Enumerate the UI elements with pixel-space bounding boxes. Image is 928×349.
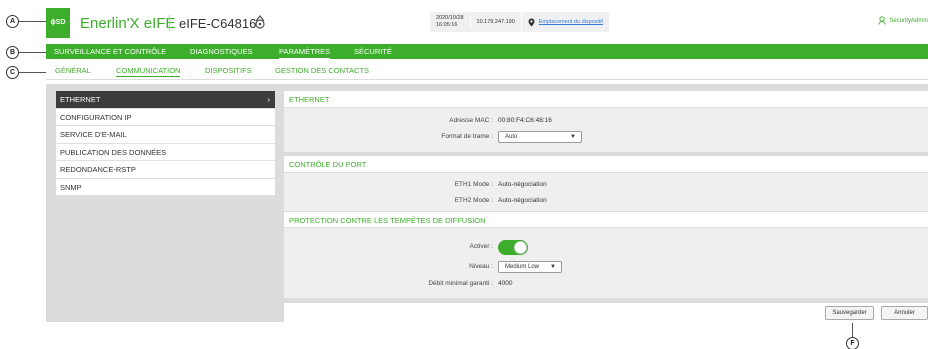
settings-panel: ETHERNET Adresse MAC : 00:80:F4:C6:48:16… <box>284 91 928 323</box>
sidebar-item-label: REDONDANCE-RSTP <box>60 165 136 174</box>
section-title-storm-protection: PROTECTION CONTRE LES TEMPÊTES DE DIFFUS… <box>284 211 928 228</box>
device-location-link[interactable]: Emplacement du dispositif <box>539 19 603 25</box>
settings-sidebar: ETHERNET › CONFIGURATION IP SERVICE D'E-… <box>56 91 275 196</box>
storm-level-label: Niveau : <box>469 263 493 270</box>
callout-a: A <box>6 15 19 28</box>
frame-format-label: Format de trame : <box>441 133 493 140</box>
device-icon[interactable] <box>253 14 267 30</box>
nav-security[interactable]: SÉCURITÉ <box>354 44 392 59</box>
frame-format-row: Format de trame : Auto ▼ <box>284 129 928 145</box>
callout-b: B <box>6 46 19 59</box>
sidebar-item-data-publication[interactable]: PUBLICATION DES DONNÉES <box>56 143 275 161</box>
sidebar-item-rstp-redundancy[interactable]: REDONDANCE-RSTP <box>56 161 275 179</box>
user-name: SecurityAdmin <box>889 17 928 24</box>
nav-diagnostics[interactable]: DIAGNOSTIQUES <box>190 44 253 59</box>
dropdown-caret-icon: ▼ <box>550 264 556 270</box>
storm-protection-toggle[interactable] <box>498 240 528 255</box>
sidebar-item-ethernet[interactable]: ETHERNET › <box>56 91 275 109</box>
eth2-mode-label: ETH2 Mode : <box>454 197 493 204</box>
sidebar-item-email-service[interactable]: SERVICE D'E-MAIL <box>56 126 275 144</box>
sidebar-item-label: ETHERNET <box>60 95 101 104</box>
eth1-mode-label: ETH1 Mode : <box>454 181 493 188</box>
frame-format-select[interactable]: Auto ▼ <box>498 131 582 143</box>
eth1-mode-row: ETH1 Mode : Auto-négociation <box>284 177 928 193</box>
callout-c-leader <box>19 72 46 73</box>
section-storm-protection: Activer : Niveau : Medium Low ▼ Débit mi… <box>284 228 928 298</box>
device-info-bar: 2020/10/28 16:05:16 10.179.247.190 Empla… <box>430 12 609 32</box>
tab-communication[interactable]: COMMUNICATION <box>116 66 181 77</box>
chevron-right-icon: › <box>267 95 270 104</box>
date-text: 2020/10/28 <box>436 15 464 21</box>
storm-enable-row: Activer : <box>284 239 928 259</box>
ip-address: 10.179.247.190 <box>471 12 522 32</box>
save-button[interactable]: Sauvegarder <box>825 306 874 320</box>
frame-format-value: Auto <box>505 134 518 140</box>
user-icon <box>878 16 886 25</box>
title-divider <box>169 15 170 31</box>
callout-f-leader <box>852 322 853 338</box>
tab-devices[interactable]: DISPOSITIFS <box>205 66 252 75</box>
sidebar-item-label: SNMP <box>60 182 82 192</box>
sub-nav: GÉNÉRAL COMMUNICATION DISPOSITIFS GESTIO… <box>46 62 928 80</box>
min-rate-value: 4000 <box>498 280 513 287</box>
nav-parameters[interactable]: PARAMÈTRES <box>279 45 331 59</box>
eth2-mode-value: Auto-négociation <box>498 197 547 204</box>
app-header: ϕSD Enerlin'X eIFE eIFE-C64816 2020/10/2… <box>46 8 928 38</box>
nav-surveillance[interactable]: SURVEILLANCE ET CONTRÔLE <box>54 44 166 59</box>
callout-f: F <box>846 337 859 349</box>
main-nav: SURVEILLANCE ET CONTRÔLE DIAGNOSTIQUES P… <box>46 44 928 59</box>
storm-enable-label: Activer : <box>469 243 493 250</box>
section-port-control: ETH1 Mode : Auto-négociation ETH2 Mode :… <box>284 173 928 211</box>
sidebar-item-label: SERVICE D'E-MAIL <box>60 130 127 139</box>
mac-address-value: 00:80:F4:C6:48:16 <box>498 117 552 124</box>
sidebar-item-ip-config[interactable]: CONFIGURATION IP <box>56 108 275 126</box>
location-pin-icon <box>528 18 535 26</box>
cancel-button[interactable]: Annuler <box>881 306 928 320</box>
callout-c: C <box>6 66 19 79</box>
eth2-mode-row: ETH2 Mode : Auto-négociation <box>284 193 928 209</box>
datetime-readout: 2020/10/28 16:05:16 <box>430 15 471 29</box>
location-block: Emplacement du dispositif <box>522 18 609 27</box>
callout-b-leader <box>19 52 46 53</box>
section-title-ethernet: ETHERNET <box>284 91 928 108</box>
toggle-knob <box>514 241 527 254</box>
time-text: 16:05:16 <box>436 22 458 28</box>
callout-a-leader <box>19 21 46 22</box>
mac-address-label: Adresse MAC : <box>449 117 493 124</box>
eth1-mode-value: Auto-négociation <box>498 181 547 188</box>
tab-contact-management[interactable]: GESTION DES CONTACTS <box>275 66 369 75</box>
section-title-port-control: CONTRÔLE DU PORT <box>284 156 928 173</box>
min-rate-label: Débit minimal garanti : <box>428 280 493 287</box>
schneider-logo: ϕSD <box>46 8 70 38</box>
action-bar: Sauvegarder Annuler <box>284 303 928 323</box>
section-ethernet: Adresse MAC : 00:80:F4:C6:48:16 Format d… <box>284 108 928 152</box>
storm-level-select[interactable]: Medium Low ▼ <box>498 261 562 273</box>
min-rate-row: Débit minimal garanti : 4000 <box>284 276 928 294</box>
storm-level-value: Medium Low <box>505 264 540 270</box>
mac-address-row: Adresse MAC : 00:80:F4:C6:48:16 <box>284 113 928 129</box>
app-title: Enerlin'X eIFE <box>80 15 176 32</box>
user-menu[interactable]: SecurityAdmin <box>878 16 928 25</box>
sidebar-item-label: CONFIGURATION IP <box>60 112 132 122</box>
sidebar-item-label: PUBLICATION DES DONNÉES <box>60 147 167 157</box>
tab-general[interactable]: GÉNÉRAL <box>55 66 91 75</box>
device-name: eIFE-C64816 <box>179 16 257 31</box>
sidebar-item-snmp[interactable]: SNMP <box>56 178 275 196</box>
dropdown-caret-icon: ▼ <box>570 134 576 140</box>
storm-level-row: Niveau : Medium Low ▼ <box>284 259 928 276</box>
